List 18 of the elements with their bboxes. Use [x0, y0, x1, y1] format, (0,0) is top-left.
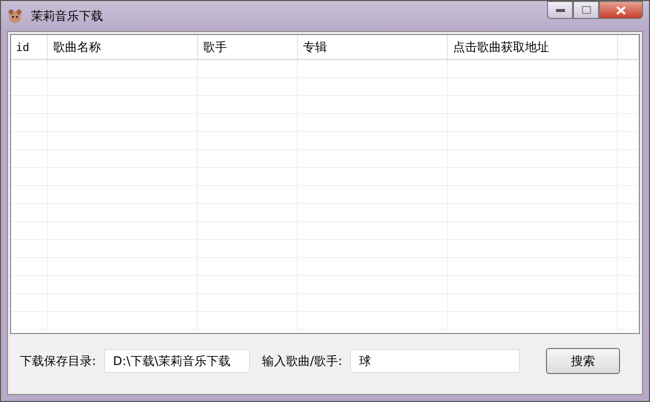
window-title: 茉莉音乐下载 — [31, 8, 103, 24]
column-header[interactable]: 点击歌曲获取地址 — [448, 35, 618, 59]
search-button[interactable]: 搜索 — [546, 348, 620, 374]
column-header[interactable]: 歌手 — [198, 35, 298, 59]
column-header[interactable]: 专辑 — [298, 35, 448, 59]
minimize-icon — [556, 8, 564, 12]
search-field[interactable]: 球 — [350, 349, 520, 373]
maximize-icon — [582, 6, 590, 14]
save-dir-field[interactable]: D:\下载\茉莉音乐下载 — [104, 349, 250, 373]
app-icon — [7, 8, 23, 24]
save-dir-label: 下载保存目录: — [20, 352, 96, 370]
close-button[interactable] — [599, 1, 643, 19]
close-icon — [616, 6, 626, 14]
maximize-button[interactable] — [573, 1, 599, 19]
minimize-button[interactable] — [547, 1, 573, 19]
column-header[interactable]: 歌曲名称 — [48, 35, 198, 59]
column-header[interactable]: id — [11, 35, 48, 59]
search-label: 输入歌曲/歌手: — [262, 352, 342, 370]
